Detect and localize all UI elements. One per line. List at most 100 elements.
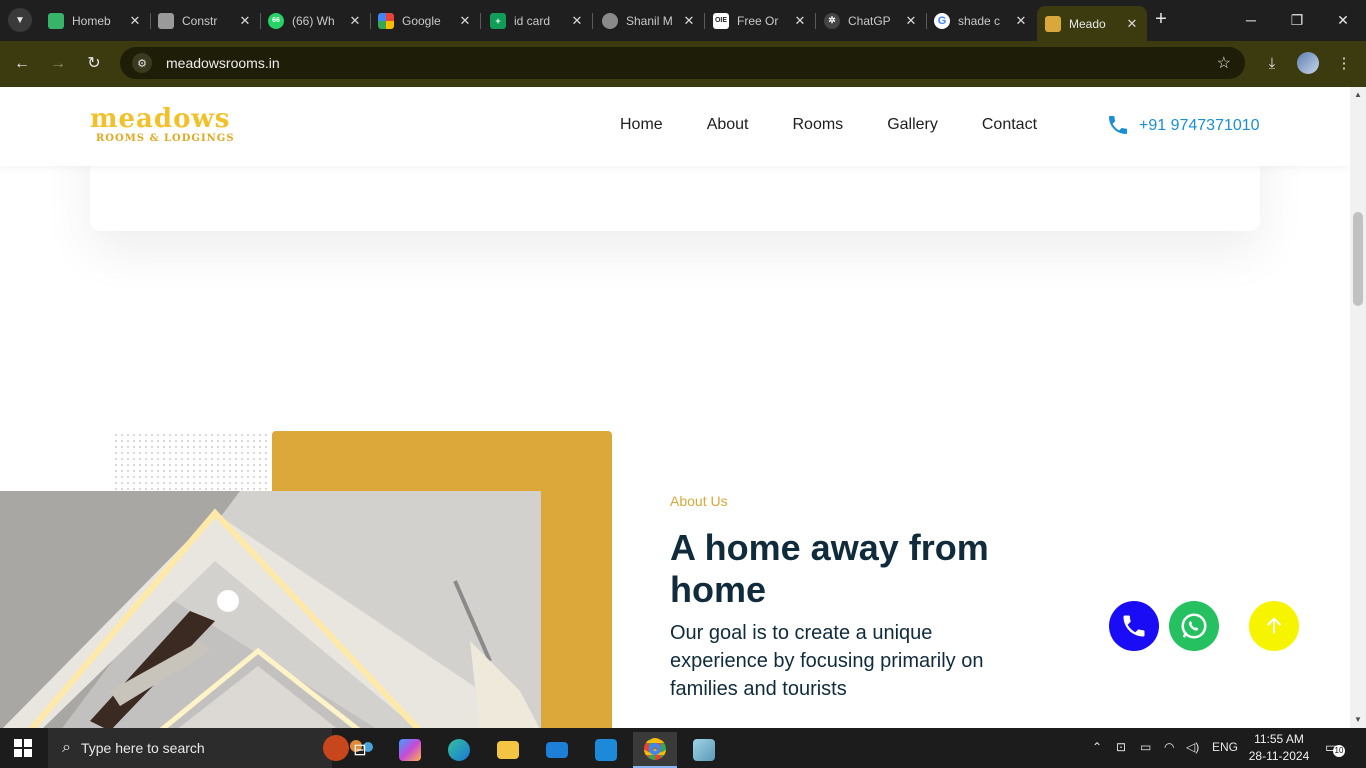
mail-icon[interactable] [535, 732, 579, 768]
close-window-icon[interactable]: ✕ [1328, 8, 1358, 32]
restore-icon[interactable]: ❐ [1282, 8, 1312, 32]
battery-icon[interactable]: ▭ [1140, 740, 1151, 754]
phone-icon [1106, 113, 1130, 139]
edge-icon[interactable] [437, 732, 481, 768]
nav-gallery[interactable]: Gallery [887, 116, 938, 134]
oie-icon: OIE [713, 12, 729, 29]
search-icon: ⌕ [62, 739, 71, 756]
windows-taskbar: ⌕ Type here to search ⊟ ⌃ ⊡ ▭ ◠ ◁) ENG 1… [0, 728, 1366, 768]
bookmark-star-icon[interactable]: ☆ [1217, 53, 1231, 73]
search-placeholder: Type here to search [80, 740, 205, 756]
whatsapp-float-button[interactable] [1169, 601, 1219, 651]
close-tab-icon[interactable]: ✕ [793, 13, 807, 29]
close-tab-icon[interactable]: ✕ [458, 13, 472, 29]
close-tab-icon[interactable]: ✕ [238, 13, 252, 29]
tab-constr[interactable]: Constr ✕ [150, 6, 260, 35]
tab-title: Free Or [737, 13, 779, 28]
system-clock[interactable]: 11:55 AM 28-11-2024 [1244, 731, 1314, 765]
file-explorer-icon[interactable] [486, 732, 530, 768]
tab-title: (66) Wh [292, 13, 335, 28]
scroll-thumb[interactable] [1353, 212, 1363, 306]
site-header: meadows ROOMS & LODGINGS Home About Room… [0, 87, 1350, 166]
nav-about[interactable]: About [707, 116, 749, 134]
forward-arrow-icon[interactable]: → [46, 52, 70, 76]
tab-title: Shanil M [626, 13, 673, 28]
tab-shanil[interactable]: Shanil M ✕ [594, 6, 704, 35]
close-tab-icon[interactable]: ✕ [682, 13, 696, 29]
windows-start-icon[interactable] [14, 739, 32, 757]
about-description: Our goal is to create a unique experienc… [670, 622, 984, 700]
web-page: meadows ROOMS & LODGINGS Home About Room… [0, 87, 1350, 728]
about-label: About Us [670, 493, 728, 509]
volume-icon[interactable]: ◁) [1186, 740, 1199, 754]
tab-title: Homeb [72, 13, 111, 28]
profile-avatar[interactable] [1297, 52, 1319, 74]
scroll-down-arrow-icon[interactable]: ▼ [1350, 712, 1366, 728]
globe-icon [602, 12, 618, 29]
meet-now-icon[interactable]: ⊡ [1116, 740, 1126, 754]
taskbar-search-box[interactable]: ⌕ Type here to search [48, 728, 373, 768]
logo-sub-text: ROOMS & LODGINGS [96, 133, 235, 144]
minimize-icon[interactable]: ─ [1236, 8, 1266, 32]
page-scrollbar[interactable]: ▲ ▼ [1350, 87, 1366, 728]
whatsapp-icon: 66 [268, 12, 284, 29]
tab-google-meet[interactable]: Google ✕ [370, 6, 480, 35]
tab-id-card[interactable]: + id card ✕ [482, 6, 592, 35]
close-tab-icon[interactable]: ✕ [348, 13, 362, 29]
copilot-icon[interactable] [388, 732, 432, 768]
notes-app-icon[interactable] [682, 732, 726, 768]
about-room-photo [0, 491, 541, 728]
language-indicator[interactable]: ENG [1212, 740, 1238, 754]
site-settings-icon[interactable]: ⚙ [132, 53, 152, 73]
tab-title: id card [514, 13, 551, 28]
notification-count-badge: 10 [1333, 745, 1345, 757]
wifi-icon[interactable]: ◠ [1164, 740, 1174, 754]
scroll-up-arrow-icon[interactable]: ▲ [1350, 87, 1366, 103]
close-tab-icon[interactable]: ✕ [1125, 16, 1139, 32]
close-tab-icon[interactable]: ✕ [1014, 13, 1028, 29]
task-view-icon[interactable]: ⊟ [338, 732, 382, 768]
menu-dots-icon[interactable]: ⋮ [1332, 52, 1356, 76]
tab-title: shade c [958, 13, 1001, 28]
browser-tab-strip: ▼ Homeb ✕ Constr ✕ 66 (66) Wh ✕ Google ✕… [0, 0, 1366, 41]
call-float-button[interactable] [1109, 601, 1159, 651]
meadows-icon [1045, 15, 1061, 32]
nav-contact[interactable]: Contact [982, 116, 1037, 134]
tab-title: Constr [182, 13, 218, 28]
card-icon [158, 12, 174, 29]
meadows-logo[interactable]: meadows ROOMS & LODGINGS [90, 105, 240, 144]
browser-toolbar: ← → ↻ ⚙ meadowsrooms.in ☆ ⤓ ⋮ [0, 41, 1366, 87]
green-leaf-icon [48, 12, 64, 29]
logo-main-text: meadows [90, 104, 231, 134]
tab-title: Google [402, 13, 441, 28]
close-tab-icon[interactable]: ✕ [570, 13, 584, 29]
tab-homeb[interactable]: Homeb ✕ [40, 6, 150, 35]
back-arrow-icon[interactable]: ← [10, 52, 34, 76]
whatsapp-icon [1181, 613, 1207, 639]
nav-home[interactable]: Home [620, 116, 663, 134]
tab-chatgpt[interactable]: ✲ ChatGP ✕ [816, 6, 926, 35]
nav-rooms[interactable]: Rooms [793, 116, 844, 134]
clock-time: 11:55 AM [1254, 732, 1304, 746]
chrome-icon[interactable] [633, 732, 677, 768]
notification-center-icon[interactable]: ▭ 10 [1325, 739, 1345, 757]
url-text[interactable]: meadowsrooms.in [166, 55, 280, 71]
show-hidden-icons-chevron-icon[interactable]: ⌃ [1092, 740, 1102, 754]
new-tab-plus-icon[interactable]: + [1150, 9, 1172, 31]
google-icon: G [934, 12, 950, 29]
tab-whatsapp[interactable]: 66 (66) Wh ✕ [260, 6, 370, 35]
scroll-to-top-button[interactable] [1249, 601, 1299, 651]
tab-search-chevron-icon[interactable]: ▼ [8, 8, 32, 32]
vscode-icon[interactable] [584, 732, 628, 768]
header-phone-link[interactable]: +91 9747371010 [1106, 113, 1260, 139]
close-tab-icon[interactable]: ✕ [128, 13, 142, 29]
close-tab-icon[interactable]: ✕ [904, 13, 918, 29]
reload-icon[interactable]: ↻ [82, 52, 106, 76]
tab-meadows[interactable]: Meado ✕ [1037, 6, 1147, 41]
download-icon[interactable]: ⤓ [1260, 52, 1284, 76]
tab-shade[interactable]: G shade c ✕ [926, 6, 1036, 35]
address-bar[interactable]: ⚙ meadowsrooms.in ☆ [120, 47, 1245, 79]
tab-title: ChatGP [848, 13, 891, 28]
phone-icon [1123, 615, 1145, 637]
tab-free-or[interactable]: OIE Free Or ✕ [705, 6, 815, 35]
